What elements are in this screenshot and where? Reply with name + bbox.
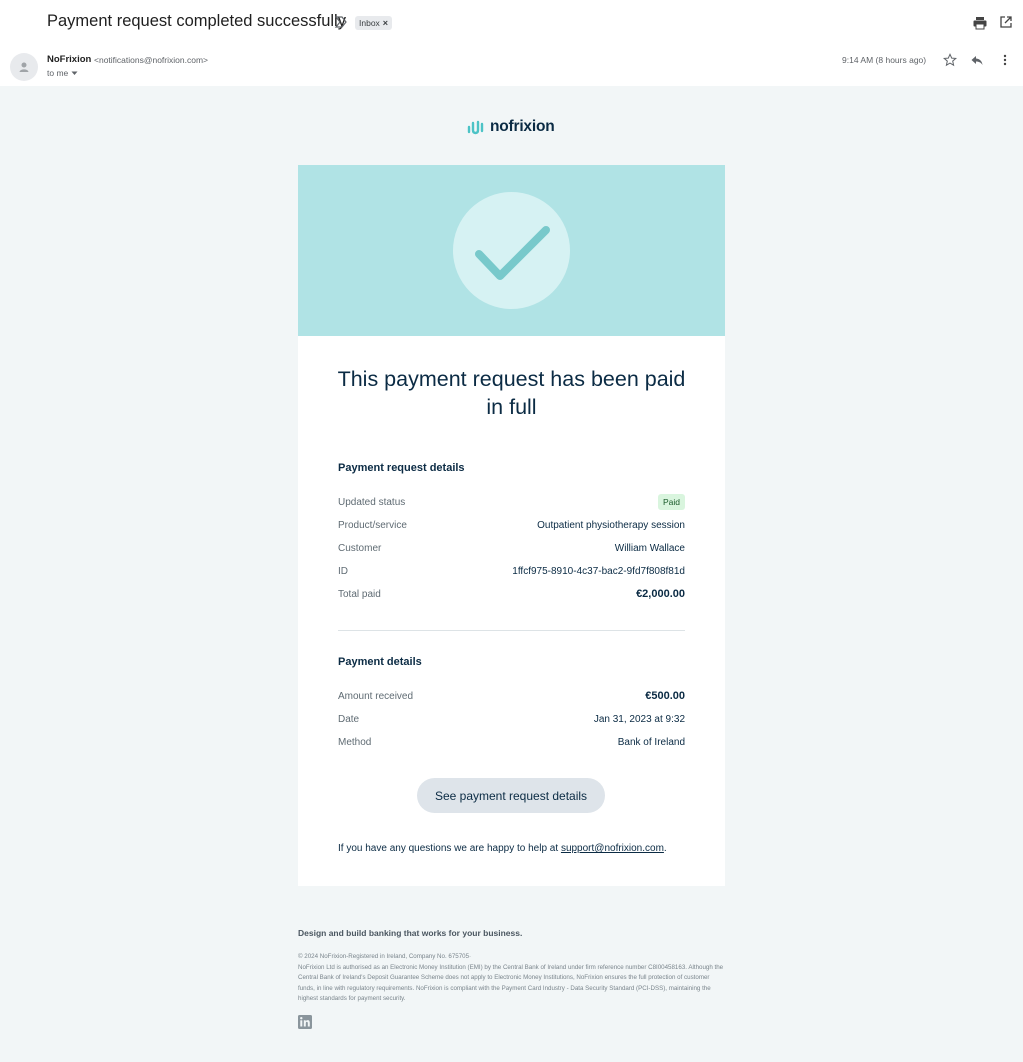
detail-row-date: Date Jan 31, 2023 at 9:32 <box>338 711 685 727</box>
row-value: €500.00 <box>645 690 685 702</box>
row-label: Updated status <box>338 496 406 508</box>
row-value: Jan 31, 2023 at 9:32 <box>593 713 685 725</box>
row-label: Product/service <box>338 519 407 531</box>
row-label: Date <box>338 713 360 725</box>
print-icon[interactable] <box>972 15 988 31</box>
row-value: €2,000.00 <box>636 588 685 600</box>
help-text: If you have any questions we are happy t… <box>338 843 667 854</box>
logo-wave-icon <box>467 120 484 135</box>
detail-row-status: Updated status Paid <box>338 494 685 510</box>
email-card: This payment request has been paid in fu… <box>298 165 725 886</box>
section-title-payment: Payment details <box>338 656 422 668</box>
legal-registration: © 2024 NoFrixion-Registered in Ireland, … <box>298 953 472 960</box>
success-banner <box>298 165 725 336</box>
see-payment-details-button[interactable]: See payment request details <box>417 778 605 813</box>
more-vert-icon[interactable] <box>998 53 1012 67</box>
row-label: Total paid <box>338 588 381 600</box>
open-in-new-window-icon[interactable] <box>999 15 1013 29</box>
footer-tagline: Design and build banking that works for … <box>298 928 523 938</box>
sender-email: <notifications@nofrixion.com> <box>94 55 208 65</box>
row-value: William Wallace <box>614 542 685 554</box>
help-suffix: . <box>663 843 667 854</box>
row-label: Method <box>338 736 372 748</box>
label-chip-inbox[interactable]: Inbox × <box>355 16 393 30</box>
label-chip-text: Inbox <box>359 18 380 28</box>
sender-row: NoFrixion <notifications@nofrixion.com> … <box>0 46 1023 86</box>
section-title-request: Payment request details <box>338 462 465 474</box>
brand-logo: nofrixion <box>467 117 555 137</box>
detail-row-total: Total paid €2,000.00 <box>338 586 685 602</box>
detail-row-method: Method Bank of Ireland <box>338 734 685 750</box>
headline: This payment request has been paid in fu… <box>337 367 686 419</box>
row-label: Customer <box>338 542 382 554</box>
email-header: Payment request completed successfully I… <box>0 0 1023 46</box>
recipient-label: to me <box>47 68 69 78</box>
chevron-down-icon <box>71 71 78 75</box>
checkmark-icon <box>475 226 550 280</box>
legal-disclaimer: NoFrixion Ltd is authorised as an Electr… <box>298 963 724 1003</box>
detail-row-id: ID 1ffcf975-8910-4c37-bac2-9fd7f808f81d <box>338 563 685 579</box>
detail-row-product: Product/service Outpatient physiotherapy… <box>338 517 685 533</box>
help-prefix: If you have any questions we are happy t… <box>338 843 561 854</box>
logo-text: nofrixion <box>490 118 555 135</box>
recipient-dropdown[interactable]: to me <box>47 68 78 78</box>
row-value: 1ffcf975-8910-4c37-bac2-9fd7f808f81d <box>512 565 685 577</box>
avatar-icon <box>19 62 29 72</box>
avatar[interactable] <box>10 53 38 81</box>
detail-row-amount: Amount received €500.00 <box>338 688 685 704</box>
support-email-link[interactable]: support@nofrixion.com <box>561 843 664 854</box>
star-icon[interactable] <box>943 53 957 67</box>
close-icon[interactable]: × <box>383 16 388 30</box>
reply-icon[interactable] <box>970 53 984 67</box>
footer-legal: © 2024 NoFrixion-Registered in Ireland, … <box>298 952 725 1005</box>
email-timestamp: 9:14 AM (8 hours ago) <box>842 55 927 65</box>
email-subject: Payment request completed successfully <box>47 12 346 30</box>
linkedin-icon[interactable] <box>298 1015 312 1029</box>
status-badge: Paid <box>657 494 685 510</box>
success-circle <box>453 192 570 309</box>
row-label: Amount received <box>338 690 414 702</box>
sender-name[interactable]: NoFrixion <box>47 54 91 65</box>
row-value: Bank of Ireland <box>617 736 685 748</box>
row-label: ID <box>338 565 348 577</box>
divider <box>338 630 685 631</box>
row-value: Outpatient physiotherapy session <box>537 519 685 531</box>
important-marker-icon[interactable] <box>334 15 348 29</box>
detail-row-customer: Customer William Wallace <box>338 540 685 556</box>
